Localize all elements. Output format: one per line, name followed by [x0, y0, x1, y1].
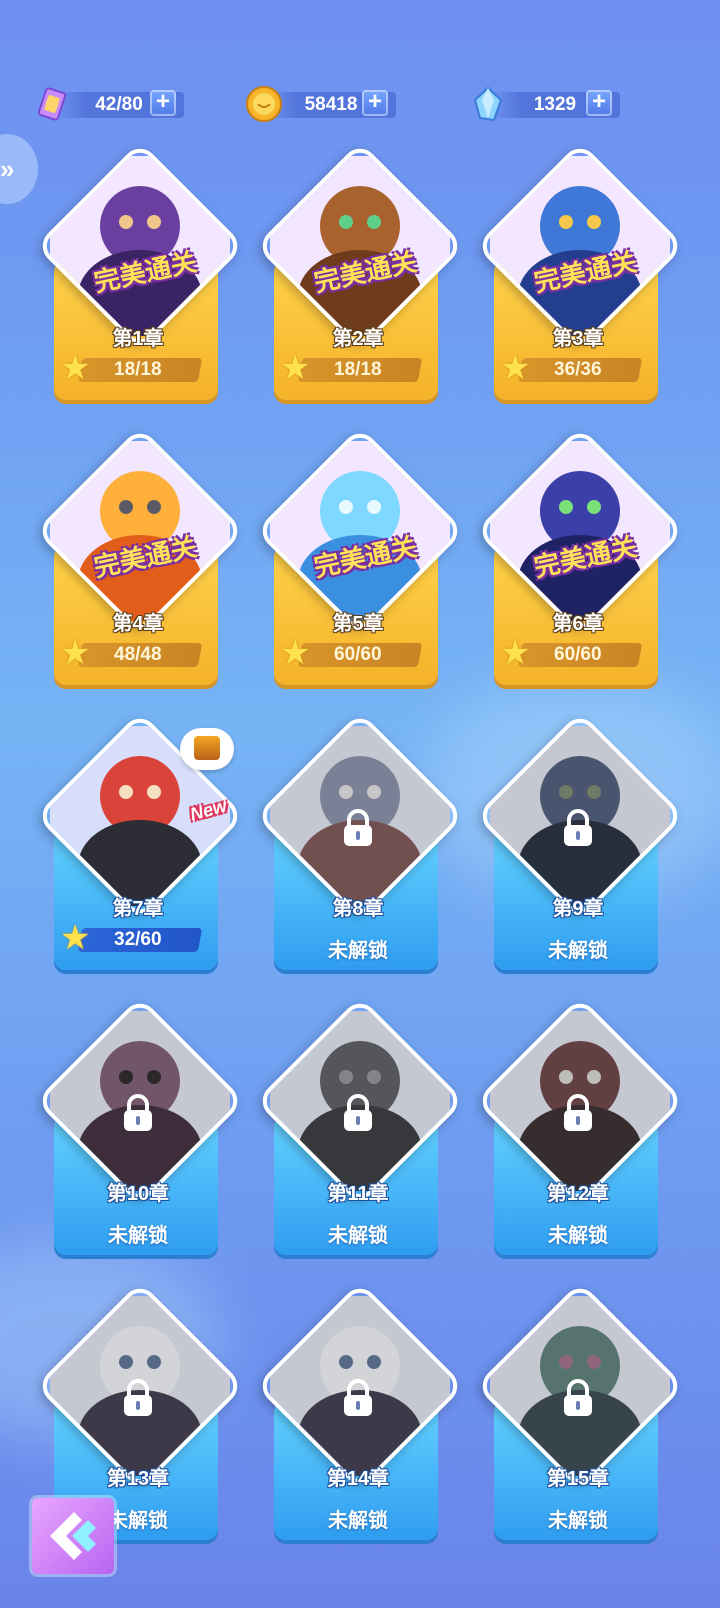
- chapter-title: 第9章: [552, 898, 604, 920]
- star-icon: ★: [500, 349, 531, 387]
- star-progress: 60/60: [517, 643, 643, 667]
- chapter-card-11[interactable]: 第11章未解锁: [255, 996, 465, 1265]
- chapter-title: 第4章: [112, 613, 164, 635]
- chapter-title: 第2章: [332, 328, 384, 350]
- chapter-card-9[interactable]: 第9章未解锁: [475, 711, 685, 980]
- chapter-card-6[interactable]: 完美通关 第6章 ★ 60/60: [475, 426, 685, 695]
- star-progress: 36/36: [517, 358, 643, 382]
- star-count: 18/18: [334, 359, 382, 380]
- locked-label: 未解锁: [548, 1225, 608, 1247]
- star-count: 60/60: [554, 644, 602, 665]
- chapter-title: 第14章: [326, 1468, 390, 1490]
- chapter-card-1[interactable]: 完美通关 第1章 ★ 18/18: [35, 141, 245, 410]
- star-progress: 48/48: [77, 643, 203, 667]
- star-count: 60/60: [334, 644, 382, 665]
- chapter-card-3[interactable]: 完美通关 第3章 ★ 36/36: [475, 141, 685, 410]
- chapter-card-7[interactable]: New 第7章 ★ 32/60: [35, 711, 245, 980]
- chapter-title: 第3章: [552, 328, 604, 350]
- star-progress: 32/60: [77, 928, 203, 952]
- back-button[interactable]: [32, 1498, 114, 1574]
- star-icon: ★: [60, 919, 91, 957]
- back-arrow-icon: [50, 1512, 96, 1560]
- star-icon: ★: [60, 349, 91, 387]
- star-count: 32/60: [114, 929, 162, 950]
- reward-bubble[interactable]: [180, 728, 234, 770]
- chapter-title: 第1章: [112, 328, 164, 350]
- chapter-title: 第13章: [106, 1468, 170, 1490]
- chapter-card-4[interactable]: 完美通关 第4章 ★ 48/48: [35, 426, 245, 695]
- lock-icon: [124, 1094, 152, 1131]
- chapter-card-10[interactable]: 第10章未解锁: [35, 996, 245, 1265]
- star-count: 18/18: [114, 359, 162, 380]
- chapter-card-12[interactable]: 第12章未解锁: [475, 996, 685, 1265]
- add-gold-button[interactable]: +: [362, 90, 388, 116]
- chapter-title: 第12章: [546, 1183, 610, 1205]
- star-icon: ★: [60, 634, 91, 672]
- chapter-title: 第5章: [332, 613, 384, 635]
- lock-icon: [344, 1094, 372, 1131]
- locked-label: 未解锁: [548, 940, 608, 962]
- lock-icon: [344, 1379, 372, 1416]
- chapter-card-8[interactable]: 第8章未解锁: [255, 711, 465, 980]
- lock-icon: [124, 1379, 152, 1416]
- chapter-title: 第15章: [546, 1468, 610, 1490]
- locked-label: 未解锁: [108, 1225, 168, 1247]
- locked-label: 未解锁: [328, 940, 388, 962]
- chapter-title: 第10章: [106, 1183, 170, 1205]
- chapter-title: 第7章: [112, 898, 164, 920]
- chapter-card-14[interactable]: 第14章未解锁: [255, 1281, 465, 1550]
- add-diamond-button[interactable]: +: [586, 90, 612, 116]
- locked-label: 未解锁: [328, 1510, 388, 1532]
- star-progress: 18/18: [77, 358, 203, 382]
- gold-coin-icon: [246, 86, 282, 122]
- star-progress: 60/60: [297, 643, 423, 667]
- chapter-title: 第11章: [327, 1183, 389, 1205]
- treasure-chest-icon: [194, 736, 220, 760]
- chevron-right-icon: »: [0, 154, 15, 184]
- chapter-card-15[interactable]: 第15章未解锁: [475, 1281, 685, 1550]
- lock-icon: [344, 809, 372, 846]
- chapter-card-2[interactable]: 完美通关 第2章 ★ 18/18: [255, 141, 465, 410]
- lock-icon: [564, 1094, 592, 1131]
- chapter-card-5[interactable]: 完美通关 第5章 ★ 60/60: [255, 426, 465, 695]
- star-progress: 18/18: [297, 358, 423, 382]
- star-count: 48/48: [114, 644, 162, 665]
- star-icon: ★: [280, 634, 311, 672]
- lock-icon: [564, 1379, 592, 1416]
- locked-label: 未解锁: [548, 1510, 608, 1532]
- lock-icon: [564, 809, 592, 846]
- add-ticket-button[interactable]: +: [150, 90, 176, 116]
- chapter-title: 第6章: [552, 613, 604, 635]
- side-menu-button[interactable]: »: [0, 134, 38, 204]
- diamond-gem-icon: [473, 86, 503, 122]
- star-count: 36/36: [554, 359, 602, 380]
- ticket-icon: [37, 87, 67, 121]
- chapter-title: 第8章: [332, 898, 384, 920]
- star-icon: ★: [280, 349, 311, 387]
- star-icon: ★: [500, 634, 531, 672]
- locked-label: 未解锁: [328, 1225, 388, 1247]
